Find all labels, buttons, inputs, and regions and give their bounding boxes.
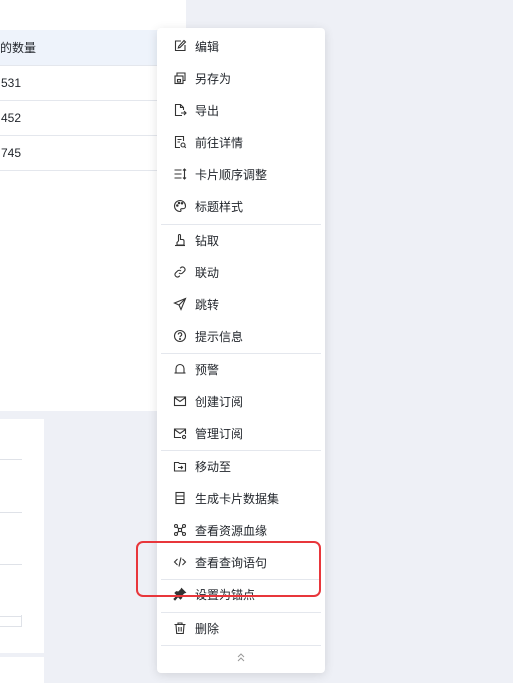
menu-item-label: 导出 [195, 103, 220, 118]
link-icon [173, 265, 187, 279]
send-icon [173, 297, 187, 311]
menu-item-link[interactable]: 联动 [157, 256, 325, 288]
menu-item-title-style[interactable]: 标题样式 [157, 190, 325, 222]
menu-item-label: 钻取 [195, 233, 220, 248]
reorder-icon [173, 167, 187, 181]
chevron-double-up-icon[interactable] [231, 650, 251, 664]
table-row: 452 [0, 101, 160, 136]
table-row: 745 [0, 136, 160, 171]
palette-icon [173, 199, 187, 213]
lineage-icon [173, 523, 187, 537]
menu-item-manage-subscription[interactable]: 管理订阅 [157, 417, 325, 449]
menu-item-label: 标题样式 [195, 199, 244, 214]
move-icon [173, 459, 187, 473]
divider [0, 564, 22, 565]
divider [0, 512, 22, 513]
table-row: 531 [0, 66, 160, 101]
cell-value: 531 [1, 76, 22, 90]
menu-item-export[interactable]: 导出 [157, 94, 325, 126]
menu-item-label: 前往详情 [195, 135, 244, 150]
menu-item-save-as[interactable]: 另存为 [157, 62, 325, 94]
menu-item-label: 生成卡片数据集 [195, 491, 280, 506]
menu-item-label: 另存为 [195, 71, 232, 86]
menu-item-label: 联动 [195, 265, 220, 280]
divider [0, 459, 22, 460]
cell-value: 745 [1, 146, 22, 160]
highlight-box [136, 541, 321, 597]
column-header: 的数量 [0, 41, 37, 55]
mail-icon [173, 394, 187, 408]
menu-item-details[interactable]: 前往详情 [157, 126, 325, 158]
menu-item-label: 移动至 [195, 459, 232, 474]
menu-divider [161, 645, 321, 646]
save-as-icon [173, 71, 187, 85]
menu-item-create-subscription[interactable]: 创建订阅 [157, 385, 325, 417]
menu-item-label: 编辑 [195, 39, 220, 54]
menu-item-jump[interactable]: 跳转 [157, 288, 325, 320]
menu-item-label: 管理订阅 [195, 426, 244, 441]
drill-icon [173, 233, 187, 247]
menu-item-label: 提示信息 [195, 329, 244, 344]
trash-icon [173, 621, 187, 635]
menu-item-label: 删除 [195, 621, 220, 636]
menu-item-delete[interactable]: 删除 [157, 612, 325, 644]
dataset-icon [173, 491, 187, 505]
tertiary-card [0, 657, 44, 683]
menu-item-drill[interactable]: 钻取 [157, 224, 325, 256]
menu-item-alert[interactable]: 预警 [157, 353, 325, 385]
menu-item-label: 查看资源血缘 [195, 523, 268, 538]
edit-icon [173, 39, 187, 53]
cell-value: 452 [1, 111, 22, 125]
menu-item-reorder[interactable]: 卡片顺序调整 [157, 158, 325, 190]
input-box-edge [0, 615, 22, 627]
export-icon [173, 103, 187, 117]
mail-settings-icon [173, 426, 187, 440]
secondary-card [0, 419, 44, 653]
bell-icon [173, 362, 187, 376]
help-icon [173, 329, 187, 343]
details-icon [173, 135, 187, 149]
menu-item-tooltip[interactable]: 提示信息 [157, 320, 325, 352]
menu-item-label: 创建订阅 [195, 394, 244, 409]
menu-item-label: 卡片顺序调整 [195, 167, 268, 182]
menu-item-generate-dataset[interactable]: 生成卡片数据集 [157, 482, 325, 514]
menu-item-label: 跳转 [195, 297, 220, 312]
menu-item-label: 预警 [195, 362, 220, 377]
menu-item-move-to[interactable]: 移动至 [157, 450, 325, 482]
table-header: 的数量 [0, 30, 160, 66]
menu-item-edit[interactable]: 编辑 [157, 30, 325, 62]
